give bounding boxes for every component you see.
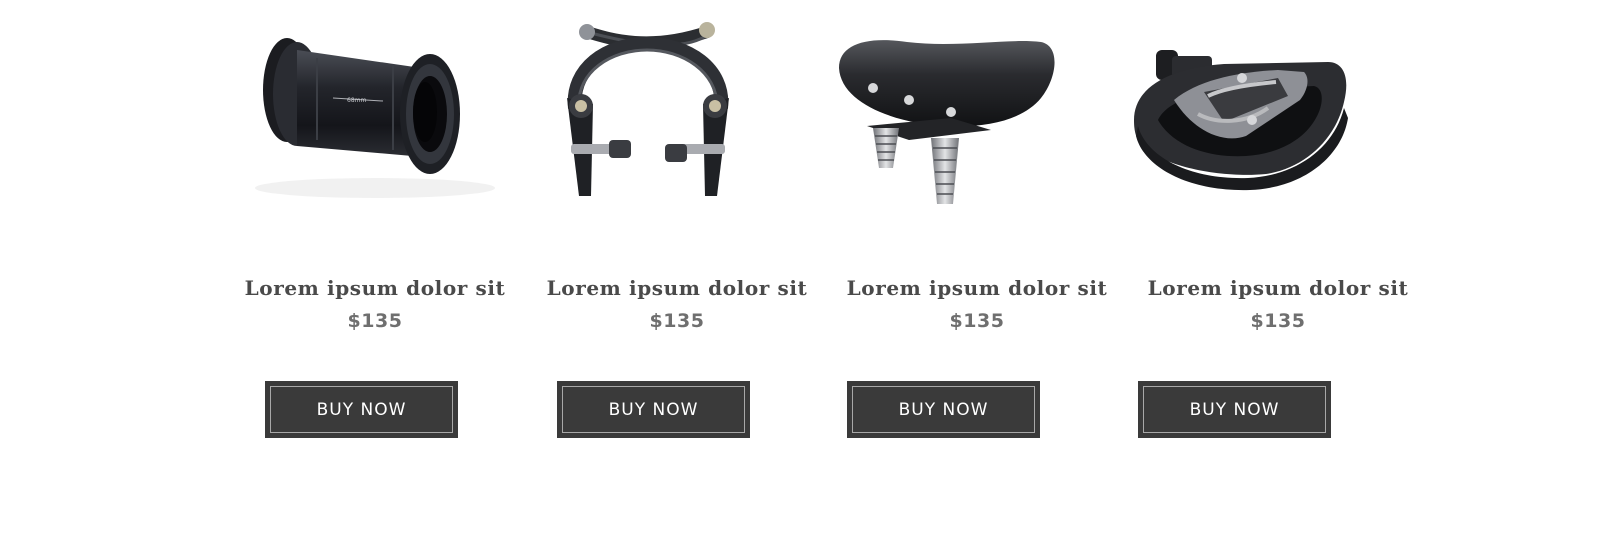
product-card: Lorem ipsum dolor sit $135 BUY NOW	[527, 0, 827, 460]
buy-now-button[interactable]: BUY NOW	[265, 381, 458, 438]
u-brake-image[interactable]	[527, 8, 827, 218]
buy-now-button[interactable]: BUY NOW	[557, 381, 750, 438]
product-price: $135	[949, 310, 1005, 332]
buy-now-button-label: BUY NOW	[1143, 386, 1326, 433]
product-name[interactable]: Lorem ipsum dolor sit	[225, 276, 525, 300]
product-card: Lorem ipsum dolor sit $135 BUY NOW	[1128, 0, 1428, 460]
product-price: $135	[347, 310, 403, 332]
clipless-pedal-image[interactable]	[1128, 8, 1428, 218]
bottom-bracket-image[interactable]: 68mm	[225, 8, 525, 218]
buy-now-button[interactable]: BUY NOW	[1138, 381, 1331, 438]
buy-now-button[interactable]: BUY NOW	[847, 381, 1040, 438]
product-price: $135	[1250, 310, 1306, 332]
product-card: 68mm Lorem ipsum dolor sit $135 BUY NOW	[225, 0, 525, 460]
buy-now-button-label: BUY NOW	[852, 386, 1035, 433]
bottom-bracket-size-label: 68mm	[347, 97, 366, 104]
product-name[interactable]: Lorem ipsum dolor sit	[827, 276, 1127, 300]
product-card: Lorem ipsum dolor sit $135 BUY NOW	[827, 0, 1127, 460]
product-name[interactable]: Lorem ipsum dolor sit	[527, 276, 827, 300]
spring-saddle-image[interactable]	[827, 8, 1127, 218]
buy-now-button-label: BUY NOW	[270, 386, 453, 433]
product-price: $135	[649, 310, 705, 332]
buy-now-button-label: BUY NOW	[562, 386, 745, 433]
product-grid: 68mm Lorem ipsum dolor sit $135 BUY NOW	[0, 0, 1618, 550]
product-name[interactable]: Lorem ipsum dolor sit	[1128, 276, 1428, 300]
